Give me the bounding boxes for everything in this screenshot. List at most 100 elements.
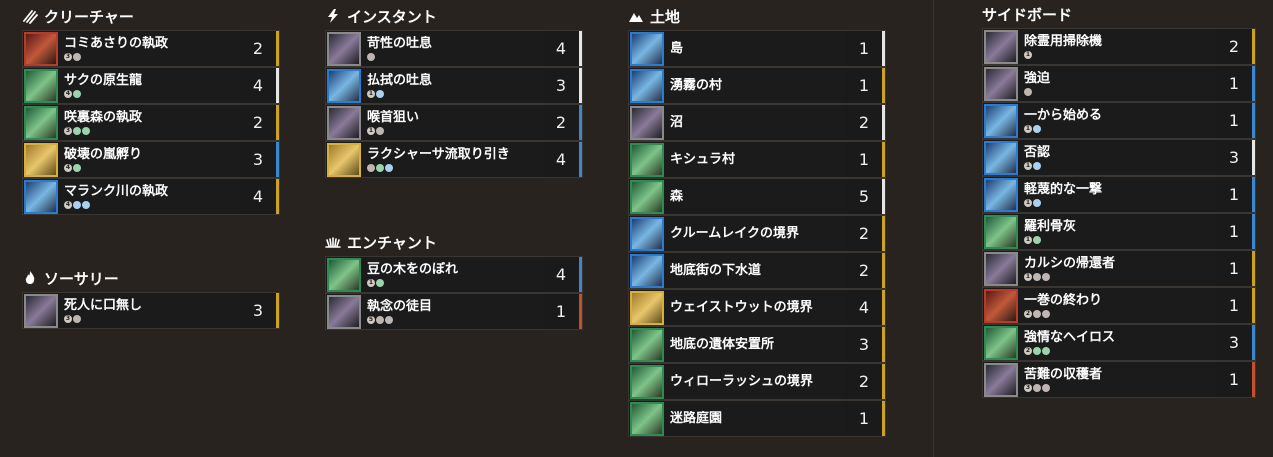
creatures-header: クリーチャー: [22, 2, 280, 30]
card-info: 一巻の終わり 2: [1018, 293, 1216, 319]
card-row[interactable]: 沼2: [628, 104, 886, 141]
card-row[interactable]: 除霊用掃除機 1 2: [982, 28, 1256, 65]
card-info: 豆の木をのぼれ 1: [361, 262, 543, 288]
card-name: 破壊の嵐孵り: [64, 146, 143, 162]
card-row[interactable]: ウェイストウットの境界 4: [628, 289, 886, 326]
mana-symbol-icon: 1: [1024, 273, 1032, 281]
card-quantity: 2: [1216, 29, 1252, 64]
card-name: 払拭の吐息: [367, 72, 433, 88]
card-name: 羅利骨灰: [1024, 218, 1077, 234]
card-quantity: 5: [846, 179, 882, 214]
mana-cost: 1: [1024, 273, 1216, 282]
card-row[interactable]: 破壊の嵐孵り 4 3: [22, 141, 280, 178]
card-row[interactable]: 死人に口無し 3 3: [22, 292, 280, 329]
mana-symbol-icon: [1042, 384, 1050, 392]
card-row[interactable]: 地底街の下水道 2: [628, 252, 886, 289]
card-quantity: 1: [846, 31, 882, 66]
card-row[interactable]: 強情なヘイロス 2 3: [982, 324, 1256, 361]
card-row[interactable]: 軽蔑的な一撃 1 1: [982, 176, 1256, 213]
card-row[interactable]: マランク川の執政 4 4: [22, 178, 280, 215]
mana-symbol-icon: 2: [1024, 310, 1032, 318]
card-row[interactable]: 島1: [628, 30, 886, 67]
card-quantity: 2: [846, 253, 882, 288]
card-art-thumbnail: [984, 325, 1018, 360]
mana-cost: 5: [367, 316, 543, 325]
card-art-thumbnail: [327, 68, 361, 103]
card-row[interactable]: 執念の徒目 5 1: [325, 293, 583, 330]
mana-symbol-icon: 3: [64, 315, 72, 323]
card-row[interactable]: サクの原生龍 4 4: [22, 67, 280, 104]
card-quantity: 4: [846, 290, 882, 325]
card-name: キシュラ村: [670, 151, 736, 167]
card-info: 島: [664, 41, 846, 57]
card-row[interactable]: クルームレイクの境界 2: [628, 215, 886, 252]
instants-title: インスタント: [347, 7, 437, 26]
enchantments-header: エンチャント: [325, 228, 583, 256]
card-name: ラクシャーサ流取り引き: [367, 146, 510, 162]
card-row[interactable]: 喉首狙い 1 2: [325, 104, 583, 141]
card-name: 一巻の終わり: [1024, 292, 1103, 308]
card-name: 死人に口無し: [64, 297, 143, 313]
rarity-bar: [882, 179, 885, 214]
card-row[interactable]: コミあさりの執政 3 2: [22, 30, 280, 67]
mana-symbol-icon: [376, 279, 384, 287]
card-info: サクの原生龍 4: [58, 73, 240, 99]
card-row[interactable]: 迷路庭園 1: [628, 400, 886, 437]
card-art-thumbnail: [984, 177, 1018, 212]
card-row[interactable]: 羅利骨灰 1 1: [982, 213, 1256, 250]
card-row[interactable]: ウィローラッシュの境界 2: [628, 363, 886, 400]
mana-symbol-icon: [1033, 162, 1041, 170]
mana-symbol-icon: 1: [1024, 162, 1032, 170]
card-row[interactable]: 苛性の吐息 4: [325, 30, 583, 67]
rarity-bar: [276, 293, 279, 328]
card-art-thumbnail: [24, 142, 58, 177]
card-info: 死人に口無し 3: [58, 298, 240, 324]
card-name: 強迫: [1024, 70, 1051, 86]
mana-cost: 3: [64, 53, 240, 62]
card-row[interactable]: 一から始める 1 1: [982, 102, 1256, 139]
card-quantity: 3: [1216, 325, 1252, 360]
enchantments-title: エンチャント: [347, 233, 437, 252]
card-info: 破壊の嵐孵り 4: [58, 147, 240, 173]
card-art-thumbnail: [327, 142, 361, 177]
card-name: 一から始める: [1024, 107, 1103, 123]
card-art-thumbnail: [984, 288, 1018, 323]
card-art-thumbnail: [630, 68, 664, 103]
card-row[interactable]: 森5: [628, 178, 886, 215]
mana-symbol-icon: 3: [64, 127, 72, 135]
card-quantity: 1: [846, 68, 882, 103]
card-row[interactable]: 豆の木をのぼれ 1 4: [325, 256, 583, 293]
sideboard-divider: [933, 0, 934, 457]
card-row[interactable]: 一巻の終わり 2 1: [982, 287, 1256, 324]
card-info: 喉首狙い 1: [361, 110, 543, 136]
enchantment-sun-icon: [325, 237, 341, 248]
card-info: ラクシャーサ流取り引き: [361, 147, 543, 173]
card-row[interactable]: 強迫 1: [982, 65, 1256, 102]
card-art-thumbnail: [630, 216, 664, 251]
card-row[interactable]: 咲裏森の執政 3 2: [22, 104, 280, 141]
card-row[interactable]: ラクシャーサ流取り引き 4: [325, 141, 583, 178]
mana-symbol-icon: 1: [367, 279, 375, 287]
mana-symbol-icon: [1033, 310, 1041, 318]
mana-cost: 1: [1024, 199, 1216, 208]
card-art-thumbnail: [984, 251, 1018, 286]
card-quantity: 3: [240, 142, 276, 177]
card-row[interactable]: 払拭の吐息 1 3: [325, 67, 583, 104]
card-name: ウェイストウットの境界: [670, 299, 813, 315]
card-row[interactable]: 否認 1 3: [982, 139, 1256, 176]
card-quantity: 1: [1216, 177, 1252, 212]
card-name: 強情なヘイロス: [1024, 329, 1116, 345]
mana-cost: 2: [1024, 347, 1216, 356]
mana-symbol-icon: [1042, 310, 1050, 318]
mana-symbol-icon: [1033, 384, 1041, 392]
mana-cost: 4: [64, 164, 240, 173]
card-row[interactable]: カルシの帰還者 1 1: [982, 250, 1256, 287]
enchantments-list: 豆の木をのぼれ 1 4 執念の徒目 5 1: [325, 256, 583, 330]
card-row[interactable]: 地底の遺体安置所 3: [628, 326, 886, 363]
sorcery-flame-icon: [25, 271, 35, 284]
card-row[interactable]: 湧霧の村 1: [628, 67, 886, 104]
card-row[interactable]: 苦難の収穫者 3 1: [982, 361, 1256, 398]
card-art-thumbnail: [327, 294, 361, 329]
rarity-bar: [1252, 140, 1255, 175]
card-row[interactable]: キシュラ村 1: [628, 141, 886, 178]
